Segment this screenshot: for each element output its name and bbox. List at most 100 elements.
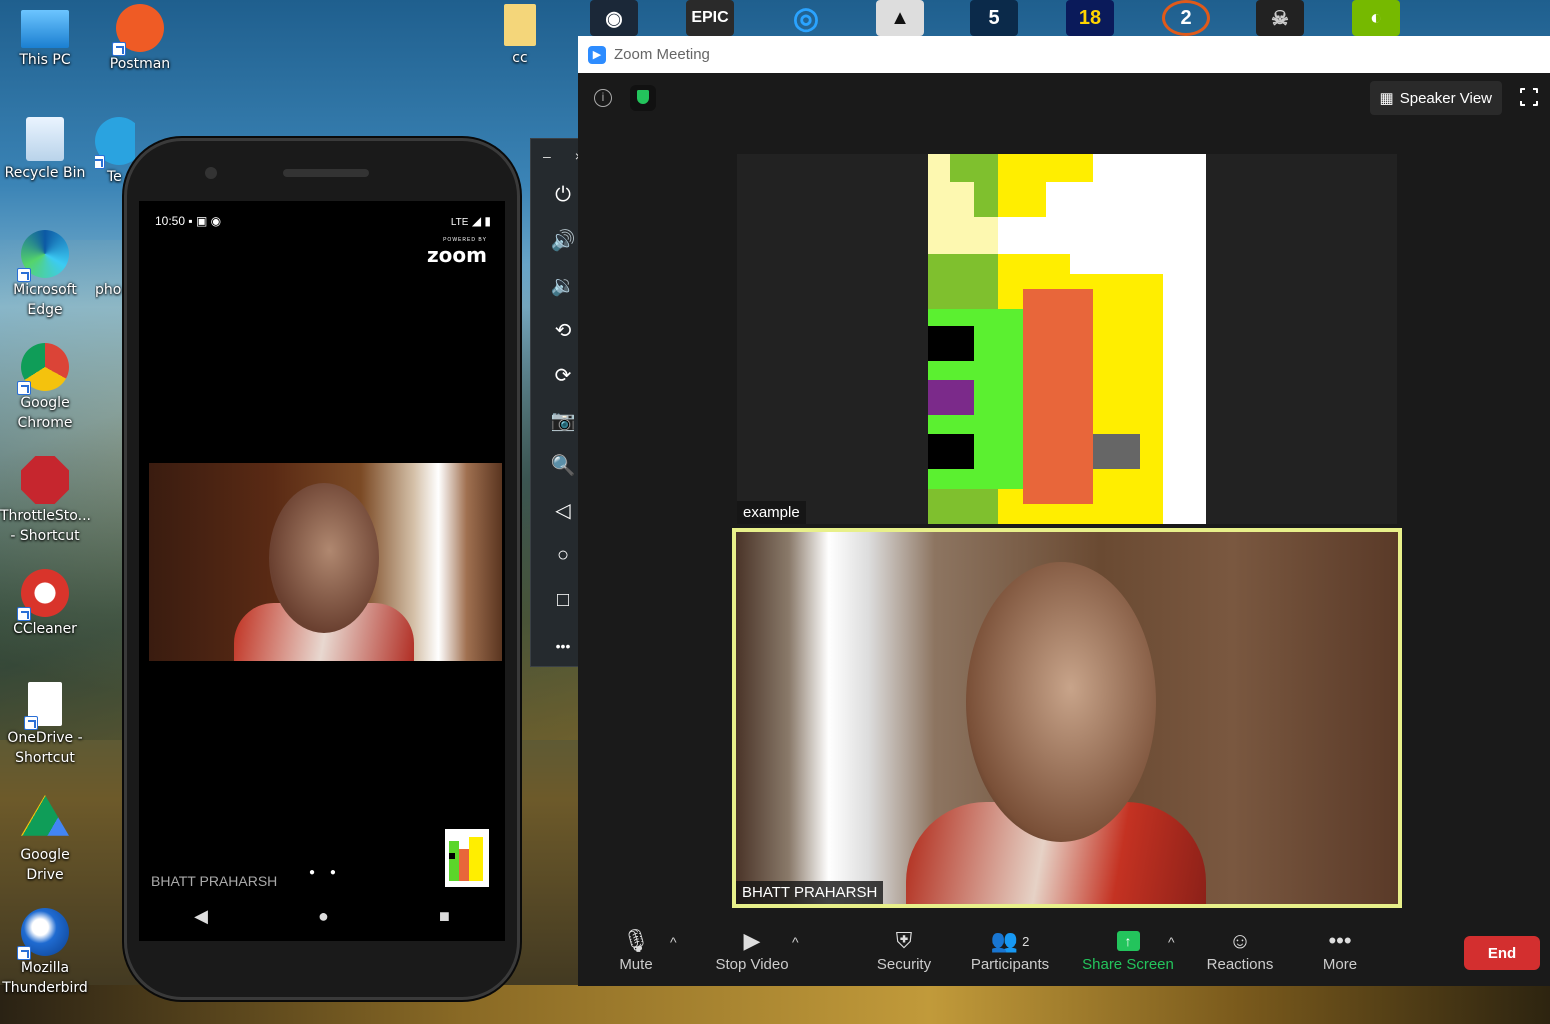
audio-options-caret[interactable]: ^ xyxy=(670,934,677,950)
participants-button[interactable]: 👥 2 Participants xyxy=(968,926,1052,973)
video-camera-icon: ▶ xyxy=(743,928,761,953)
end-meeting-button[interactable]: End xyxy=(1464,936,1540,970)
desktop-icon-label: Mozilla Thunderbird xyxy=(2,960,88,996)
phone-participant-name: BHATT PRAHARSH xyxy=(151,873,278,889)
desktop-icon-label: This PC xyxy=(19,52,71,68)
nav-back-icon[interactable]: ◀ xyxy=(194,906,208,927)
pes18-icon[interactable]: 18 xyxy=(1066,0,1114,36)
portal2-icon[interactable]: 2 xyxy=(1162,0,1210,36)
ghost-recon-icon[interactable]: ☠ xyxy=(1256,0,1304,36)
minimize-icon[interactable]: – xyxy=(543,148,551,164)
battery-icon: ▮ xyxy=(484,214,491,228)
status-icons: ▪ ▣ ◉ xyxy=(188,214,222,228)
google-drive-icon xyxy=(21,795,69,836)
postman-icon xyxy=(112,4,164,56)
info-icon[interactable]: i xyxy=(594,89,612,107)
zoom-app-icon: ▶ xyxy=(588,45,606,64)
steam-icon[interactable]: ◉ xyxy=(590,0,638,36)
stop-video-label: Stop Video xyxy=(715,956,789,973)
shared-content-thumbnail[interactable] xyxy=(445,829,489,887)
desktop-icon-label: ThrottleSto... - Shortcut xyxy=(0,508,91,544)
video-options-caret[interactable]: ^ xyxy=(792,934,799,950)
nav-recents-icon[interactable]: ■ xyxy=(439,906,450,927)
reactions-label: Reactions xyxy=(1206,956,1274,973)
chrome-icon xyxy=(17,343,69,395)
android-nav-bar: ◀ ● ■ xyxy=(139,901,505,931)
thunderbird-icon xyxy=(17,908,69,960)
mute-button[interactable]: 🎙 Mute xyxy=(614,926,658,973)
desktop-icon-cc-folder[interactable]: cc xyxy=(475,4,565,68)
desktop-icon-photos[interactable]: pho xyxy=(95,230,125,300)
stop-video-button[interactable]: ▶ Stop Video xyxy=(712,926,792,973)
fullscreen-icon[interactable] xyxy=(1519,87,1539,107)
telegram-icon xyxy=(95,117,135,169)
reactions-icon: ☺ xyxy=(1228,928,1252,953)
nav-home-icon[interactable]: ● xyxy=(318,906,329,927)
photos-icon xyxy=(95,230,125,278)
desktop-icon-label: pho xyxy=(95,282,122,298)
desktop-icon-google-drive[interactable]: Google Drive xyxy=(0,795,90,885)
desktop-icon-chrome[interactable]: Google Chrome xyxy=(0,343,90,433)
zoom-meeting-window: ▶ Zoom Meeting i ▦ Speaker View example … xyxy=(578,36,1550,986)
speaker-view-button[interactable]: ▦ Speaker View xyxy=(1369,81,1502,115)
reactions-button[interactable]: ☺ Reactions xyxy=(1204,926,1276,973)
desktop-icon-thunderbird[interactable]: Mozilla Thunderbird xyxy=(0,908,90,998)
throttlestop-icon xyxy=(21,456,69,504)
shared-image xyxy=(928,154,1206,524)
security-button[interactable]: ⛨ Security xyxy=(872,926,936,973)
more-label: More xyxy=(1322,956,1358,973)
share-screen-button[interactable]: ↑ Share Screen xyxy=(1082,926,1174,973)
encryption-shield-icon[interactable] xyxy=(630,85,656,111)
monitor-icon xyxy=(21,10,69,48)
window-title-bar[interactable]: ▶ Zoom Meeting xyxy=(578,36,1550,73)
participants-count: 2 xyxy=(1022,933,1030,949)
desktop-icon-label: Microsoft Edge xyxy=(13,282,77,318)
desktop-icon-recycle-bin[interactable]: Recycle Bin xyxy=(0,117,90,183)
uplay-icon[interactable]: ◎ xyxy=(782,0,830,36)
desktop-icon-label: Postman xyxy=(109,56,171,72)
desktop-icon-postman[interactable]: Postman xyxy=(95,4,185,74)
meeting-controls-bar: 🎙 Mute ^ ▶ Stop Video ^ ⛨ Security 👥 2 P… xyxy=(578,916,1550,986)
share-screen-label: Share Screen xyxy=(1082,956,1174,973)
share-options-caret[interactable]: ^ xyxy=(1168,934,1175,950)
signal-icon: ◢ xyxy=(471,214,482,228)
share-screen-icon: ↑ xyxy=(1082,926,1174,956)
active-speaker-name: BHATT PRAHARSH xyxy=(736,881,884,904)
video-person xyxy=(269,483,379,633)
desktop-icon-onedrive[interactable]: OneDrive - Shortcut xyxy=(0,682,90,768)
speaker-grille xyxy=(283,169,369,177)
desktop-icon-label: CCleaner xyxy=(13,621,77,637)
active-speaker-video[interactable]: BHATT PRAHARSH xyxy=(732,528,1402,908)
desktop-icon-throttlestop[interactable]: ThrottleSto... - Shortcut xyxy=(0,456,91,546)
more-dots-icon: ••• xyxy=(1328,928,1352,953)
participants-icon: 👥 2 xyxy=(990,928,1030,953)
ccleaner-icon xyxy=(17,569,69,621)
shield-icon: ⛨ xyxy=(895,928,913,953)
phone-participant-video[interactable] xyxy=(149,463,502,661)
phone-clock: 10:50 xyxy=(155,214,186,228)
recycle-bin-icon xyxy=(26,117,64,161)
epic-games-icon[interactable]: EPIC xyxy=(686,0,734,36)
share-tile-name: example xyxy=(737,501,806,524)
page-indicator-dots: ● ● xyxy=(309,867,342,878)
desktop-icon-edge[interactable]: Microsoft Edge xyxy=(0,230,90,320)
meeting-top-bar: i ▦ Speaker View xyxy=(578,73,1550,123)
edge-icon xyxy=(17,230,69,282)
document-icon xyxy=(24,682,62,730)
shared-content-tile[interactable]: example xyxy=(737,154,1397,524)
desktop-icon-label: Recycle Bin xyxy=(4,165,86,181)
desktop-icon-label: Google Drive xyxy=(20,847,70,883)
batman-game-icon[interactable]: ▲ xyxy=(876,0,924,36)
video-person xyxy=(966,562,1156,842)
microphone-icon: 🎙 xyxy=(622,928,650,953)
more-button[interactable]: ••• More xyxy=(1318,926,1362,973)
mute-label: Mute xyxy=(619,956,653,973)
desktop-icon-ccleaner[interactable]: CCleaner xyxy=(0,569,90,639)
phone-screen[interactable]: 10:50 ▪ ▣ ◉ LTE ◢ ▮ POWERED BY zoom ● ● … xyxy=(139,201,505,941)
desktop-icon-label: cc xyxy=(512,50,528,66)
android-emulator-phone: 10:50 ▪ ▣ ◉ LTE ◢ ▮ POWERED BY zoom ● ● … xyxy=(124,138,520,1000)
nvidia-icon[interactable]: ◐ xyxy=(1352,0,1400,36)
gta5-icon[interactable]: 5 xyxy=(970,0,1018,36)
desktop-icon-this-pc[interactable]: This PC xyxy=(0,4,90,70)
zoom-logo-text: zoom xyxy=(427,243,487,267)
